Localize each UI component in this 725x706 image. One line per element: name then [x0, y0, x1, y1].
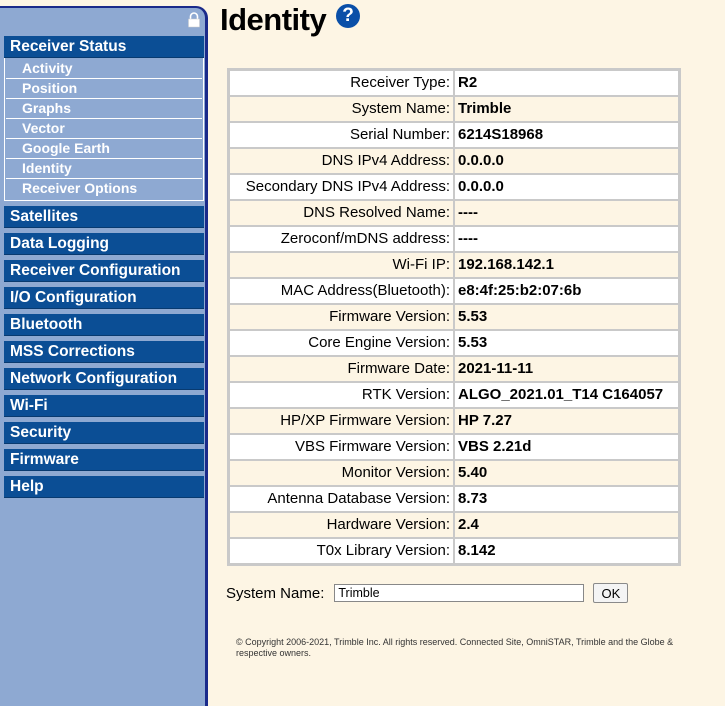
- row-label: HP/XP Firmware Version:: [230, 409, 453, 433]
- copyright-notice: © Copyright 2006-2021, Trimble Inc. All …: [236, 637, 725, 659]
- row-value: 8.73: [455, 487, 678, 511]
- row-label: Antenna Database Version:: [230, 487, 453, 511]
- system-name-form: System Name: OK: [226, 582, 629, 604]
- table-row: VBS Firmware Version: VBS 2.21d: [229, 434, 679, 460]
- row-value: e8:4f:25:b2:07:6b: [455, 279, 678, 303]
- sidebar-section-receiver-configuration[interactable]: Receiver Configuration: [4, 260, 204, 282]
- sidebar-section-wifi[interactable]: Wi-Fi: [4, 395, 204, 417]
- sidebar-section-satellites[interactable]: Satellites: [4, 206, 204, 228]
- row-label: Core Engine Version:: [230, 331, 453, 355]
- row-label: Receiver Type:: [230, 71, 453, 95]
- sidebar-section-network-configuration[interactable]: Network Configuration: [4, 368, 204, 390]
- help-icon[interactable]: ?: [336, 4, 360, 28]
- table-row: HP/XP Firmware Version: HP 7.27: [229, 408, 679, 434]
- sidebar-section-mss-corrections[interactable]: MSS Corrections: [4, 341, 204, 363]
- page-title: Identity: [220, 2, 327, 37]
- table-row: RTK Version: ALGO_2021.01_T14 C164057: [229, 382, 679, 408]
- row-value: Trimble: [455, 97, 678, 121]
- table-row: Antenna Database Version: 8.73: [229, 486, 679, 512]
- row-label: Wi-Fi IP:: [230, 253, 453, 277]
- lock-icon: [188, 12, 200, 28]
- table-row: Monitor Version: 5.40: [229, 460, 679, 486]
- sidebar-item-activity[interactable]: Activity: [6, 59, 202, 79]
- row-value: ----: [455, 201, 678, 225]
- sidebar: Receiver Status Activity Position Graphs…: [0, 6, 208, 706]
- sidebar-section-io-configuration[interactable]: I/O Configuration: [4, 287, 204, 309]
- row-value: 192.168.142.1: [455, 253, 678, 277]
- row-value: 5.53: [455, 331, 678, 355]
- sidebar-item-position[interactable]: Position: [6, 79, 202, 99]
- row-value: 2.4: [455, 513, 678, 537]
- table-row: DNS IPv4 Address: 0.0.0.0: [229, 148, 679, 174]
- table-row: Firmware Date: 2021-11-11: [229, 356, 679, 382]
- row-value: 0.0.0.0: [455, 149, 678, 173]
- row-value: 8.142: [455, 539, 678, 563]
- row-label: DNS Resolved Name:: [230, 201, 453, 225]
- table-row: Secondary DNS IPv4 Address: 0.0.0.0: [229, 174, 679, 200]
- row-label: VBS Firmware Version:: [230, 435, 453, 459]
- table-row: T0x Library Version: 8.142: [229, 538, 679, 564]
- table-row: Receiver Type: R2: [229, 70, 679, 96]
- copyright-line-1: © Copyright 2006-2021, Trimble Inc. All …: [236, 637, 674, 647]
- sidebar-item-vector[interactable]: Vector: [6, 119, 202, 139]
- table-row: System Name: Trimble: [229, 96, 679, 122]
- row-label: Secondary DNS IPv4 Address:: [230, 175, 453, 199]
- receiver-status-submenu: Activity Position Graphs Vector Google E…: [4, 58, 204, 201]
- table-row: Serial Number: 6214S18968: [229, 122, 679, 148]
- table-row: Firmware Version: 5.53: [229, 304, 679, 330]
- table-row: Core Engine Version: 5.53: [229, 330, 679, 356]
- sidebar-nav: Receiver Status Activity Position Graphs…: [4, 36, 204, 503]
- row-label: T0x Library Version:: [230, 539, 453, 563]
- sidebar-section-security[interactable]: Security: [4, 422, 204, 444]
- system-name-label: System Name:: [226, 584, 325, 602]
- row-label: Zeroconf/mDNS address:: [230, 227, 453, 251]
- table-row: MAC Address(Bluetooth): e8:4f:25:b2:07:6b: [229, 278, 679, 304]
- row-value: HP 7.27: [455, 409, 678, 433]
- row-value: 5.40: [455, 461, 678, 485]
- sidebar-item-graphs[interactable]: Graphs: [6, 99, 202, 119]
- row-value: 2021-11-11: [455, 357, 678, 381]
- table-row: DNS Resolved Name: ----: [229, 200, 679, 226]
- row-value: R2: [455, 71, 678, 95]
- row-label: DNS IPv4 Address:: [230, 149, 453, 173]
- table-row: Wi-Fi IP: 192.168.142.1: [229, 252, 679, 278]
- row-label: Monitor Version:: [230, 461, 453, 485]
- sidebar-item-receiver-options[interactable]: Receiver Options: [6, 179, 202, 198]
- sidebar-item-identity[interactable]: Identity: [6, 159, 202, 179]
- row-label: Firmware Date:: [230, 357, 453, 381]
- sidebar-section-bluetooth[interactable]: Bluetooth: [4, 314, 204, 336]
- row-label: Serial Number:: [230, 123, 453, 147]
- table-row: Zeroconf/mDNS address: ----: [229, 226, 679, 252]
- row-value: 0.0.0.0: [455, 175, 678, 199]
- row-value: ALGO_2021.01_T14 C164057: [455, 383, 678, 407]
- row-label: Hardware Version:: [230, 513, 453, 537]
- ok-button[interactable]: OK: [593, 583, 629, 603]
- system-name-input[interactable]: [334, 584, 585, 602]
- copyright-line-2: respective owners.: [236, 648, 312, 658]
- sidebar-section-data-logging[interactable]: Data Logging: [4, 233, 204, 255]
- row-value: ----: [455, 227, 678, 251]
- row-value: 6214S18968: [455, 123, 678, 147]
- row-label: MAC Address(Bluetooth):: [230, 279, 453, 303]
- sidebar-section-receiver-status[interactable]: Receiver Status: [4, 36, 204, 58]
- row-value: 5.53: [455, 305, 678, 329]
- row-value: VBS 2.21d: [455, 435, 678, 459]
- row-label: RTK Version:: [230, 383, 453, 407]
- sidebar-section-help[interactable]: Help: [4, 476, 204, 498]
- sidebar-section-firmware[interactable]: Firmware: [4, 449, 204, 471]
- table-row: Hardware Version: 2.4: [229, 512, 679, 538]
- row-label: System Name:: [230, 97, 453, 121]
- identity-table: Receiver Type: R2 System Name: Trimble Seria…: [227, 68, 681, 566]
- row-label: Firmware Version:: [230, 305, 453, 329]
- sidebar-item-google-earth[interactable]: Google Earth: [6, 139, 202, 159]
